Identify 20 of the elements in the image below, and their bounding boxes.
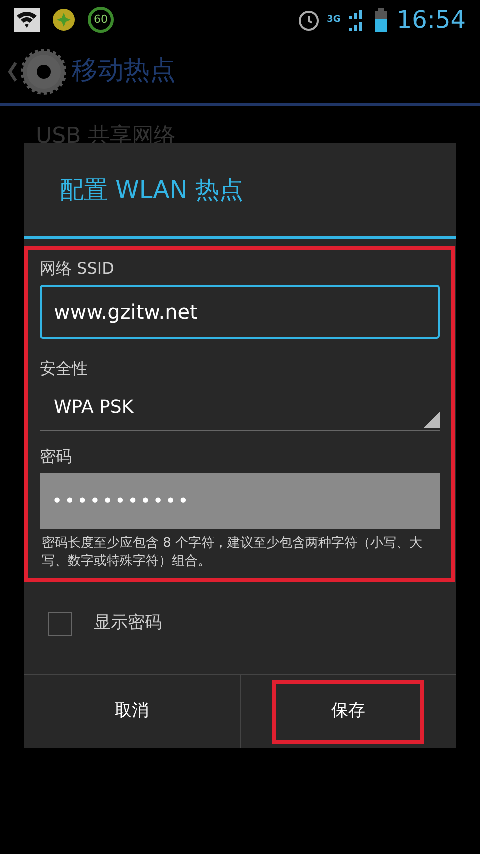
battery-saver-badge: 60 bbox=[88, 7, 114, 33]
clock-time: 16:54 bbox=[396, 5, 466, 36]
network-type: 3G bbox=[327, 16, 341, 24]
dialog-title: 配置 WLAN 热点 bbox=[24, 143, 456, 239]
dropdown-triangle-icon bbox=[424, 412, 440, 428]
security-dropdown[interactable]: WPA PSK bbox=[40, 385, 440, 431]
dialog-button[interactable]: 保存 bbox=[272, 680, 424, 744]
field-label: 安全性 bbox=[40, 361, 89, 377]
dialog-button[interactable]: 取消 bbox=[56, 680, 208, 744]
field-label: 网络 SSID bbox=[40, 261, 116, 277]
back-settings-gear-icon[interactable] bbox=[6, 48, 66, 94]
screen-title: 移动热点 bbox=[72, 55, 176, 88]
password-hint: 密码长度至少应包含 8 个字符，建议至少包含两种字符（小写、大写、数字或特殊字符）组合。 bbox=[41, 535, 424, 571]
field-label: 密码 bbox=[40, 449, 73, 465]
ssid-field[interactable]: www.gzitw.net bbox=[40, 285, 440, 339]
show-password-checkbox[interactable] bbox=[48, 612, 72, 636]
battery-icon bbox=[374, 8, 387, 32]
show-password-label: 显示密码 bbox=[94, 612, 162, 635]
alarm-icon bbox=[297, 8, 322, 32]
wifi-icon bbox=[14, 8, 40, 32]
